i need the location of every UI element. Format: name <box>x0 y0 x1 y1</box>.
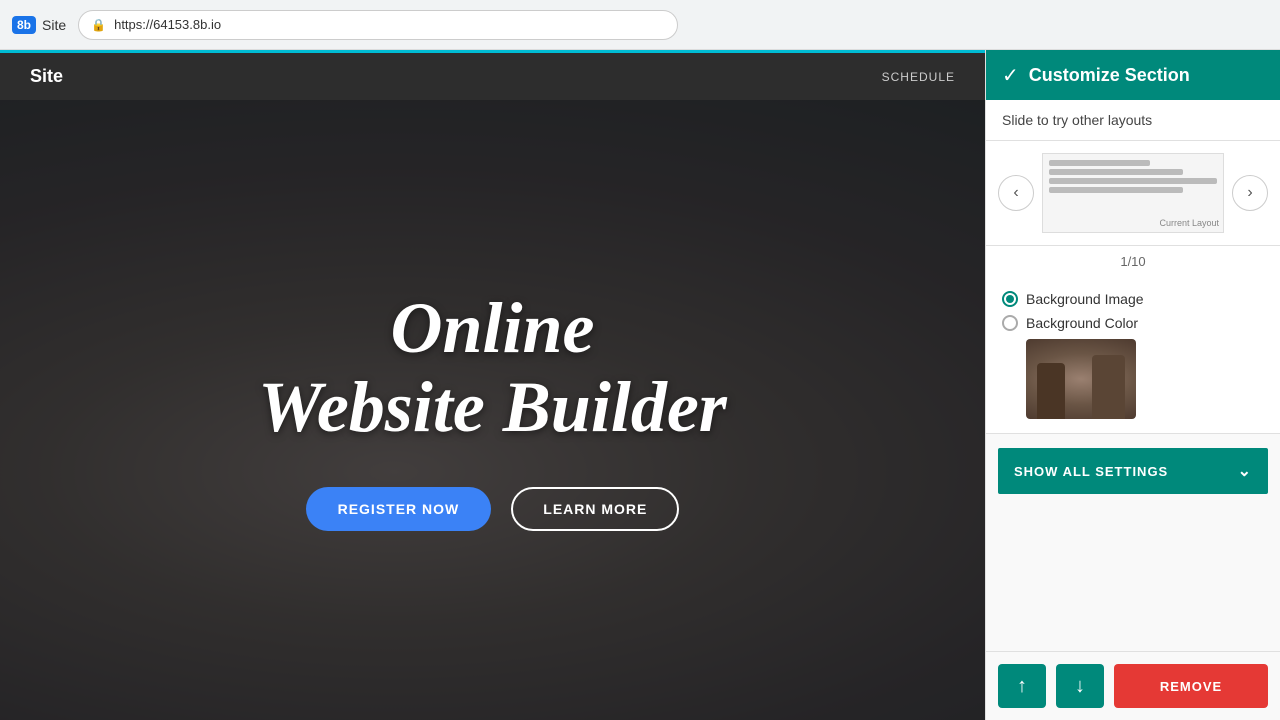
learn-more-button[interactable]: LEARN MORE <box>511 487 679 531</box>
hero-section: Online Website Builder REGISTER NOW LEAR… <box>0 100 985 720</box>
site-navbar: Site SCHEDULE <box>0 50 985 100</box>
thumb-person-1 <box>1037 363 1065 419</box>
current-layout-label: Current Layout <box>1159 218 1219 228</box>
nav-links: SCHEDULE <box>882 70 955 84</box>
address-bar[interactable]: 🔒 https://64153.8b.io <box>78 10 678 40</box>
bg-image-option[interactable]: Background Image <box>1002 291 1264 307</box>
bg-color-option[interactable]: Background Color <box>1002 315 1264 331</box>
bg-image-radio[interactable] <box>1002 291 1018 307</box>
carousel-prev-button[interactable]: ‹ <box>998 175 1034 211</box>
pagination: 1/10 <box>986 246 1280 277</box>
thumb-person-2 <box>1092 355 1125 419</box>
chevron-down-icon: ⌄ <box>1238 461 1252 481</box>
show-all-label: SHOW ALL SETTINGS <box>1014 464 1168 479</box>
url-text: https://64153.8b.io <box>114 17 221 32</box>
panel-header: ✓ Customize Section <box>986 50 1280 100</box>
bg-image-label: Background Image <box>1026 291 1144 307</box>
move-up-button[interactable]: ↑ <box>998 664 1046 708</box>
register-now-button[interactable]: REGISTER NOW <box>306 487 492 531</box>
carousel-preview: Current Layout <box>1042 153 1224 233</box>
site-preview: Site SCHEDULE Online Website Builder REG… <box>0 50 985 720</box>
right-panel: ✓ Customize Section Slide to try other l… <box>985 50 1280 720</box>
browser-logo: 8b Site <box>12 16 66 34</box>
browser-bar: 8b Site 🔒 https://64153.8b.io <box>0 0 1280 50</box>
check-icon: ✓ <box>1002 63 1019 88</box>
panel-spacer <box>986 508 1280 651</box>
bg-thumbnail[interactable] <box>1026 339 1136 419</box>
bg-color-label: Background Color <box>1026 315 1138 331</box>
slide-hint-text: Slide to try other layouts <box>1002 112 1152 128</box>
bg-thumbnail-image <box>1026 339 1136 419</box>
nav-link-schedule[interactable]: SCHEDULE <box>882 70 955 84</box>
slide-hint: Slide to try other layouts <box>986 100 1280 141</box>
hero-content: Online Website Builder REGISTER NOW LEAR… <box>0 100 985 720</box>
move-down-button[interactable]: ↓ <box>1056 664 1104 708</box>
panel-bottom-actions: ↑ ↓ REMOVE <box>986 651 1280 720</box>
preview-line-1 <box>1049 160 1150 166</box>
show-all-settings-button[interactable]: SHOW ALL SETTINGS ⌄ <box>998 448 1268 494</box>
lock-icon: 🔒 <box>91 18 106 32</box>
hero-title-line2: Website Builder <box>258 367 727 447</box>
bg-color-radio[interactable] <box>1002 315 1018 331</box>
remove-button[interactable]: REMOVE <box>1114 664 1268 708</box>
preview-line-3 <box>1049 178 1217 184</box>
hero-title-line1: Online <box>390 288 594 368</box>
layout-carousel: ‹ Current Layout › <box>986 141 1280 246</box>
background-options: Background Image Background Color <box>986 277 1280 434</box>
preview-line-4 <box>1049 187 1183 193</box>
site-tab-label: Site <box>42 17 66 33</box>
main-area: Site SCHEDULE Online Website Builder REG… <box>0 50 1280 720</box>
site-nav-title: Site <box>30 66 63 87</box>
pagination-text: 1/10 <box>1120 254 1145 269</box>
panel-title: Customize Section <box>1029 65 1190 86</box>
hero-title: Online Website Builder <box>258 289 727 447</box>
carousel-next-button[interactable]: › <box>1232 175 1268 211</box>
logo-badge: 8b <box>12 16 36 34</box>
hero-buttons: REGISTER NOW LEARN MORE <box>306 487 680 531</box>
preview-line-2 <box>1049 169 1183 175</box>
